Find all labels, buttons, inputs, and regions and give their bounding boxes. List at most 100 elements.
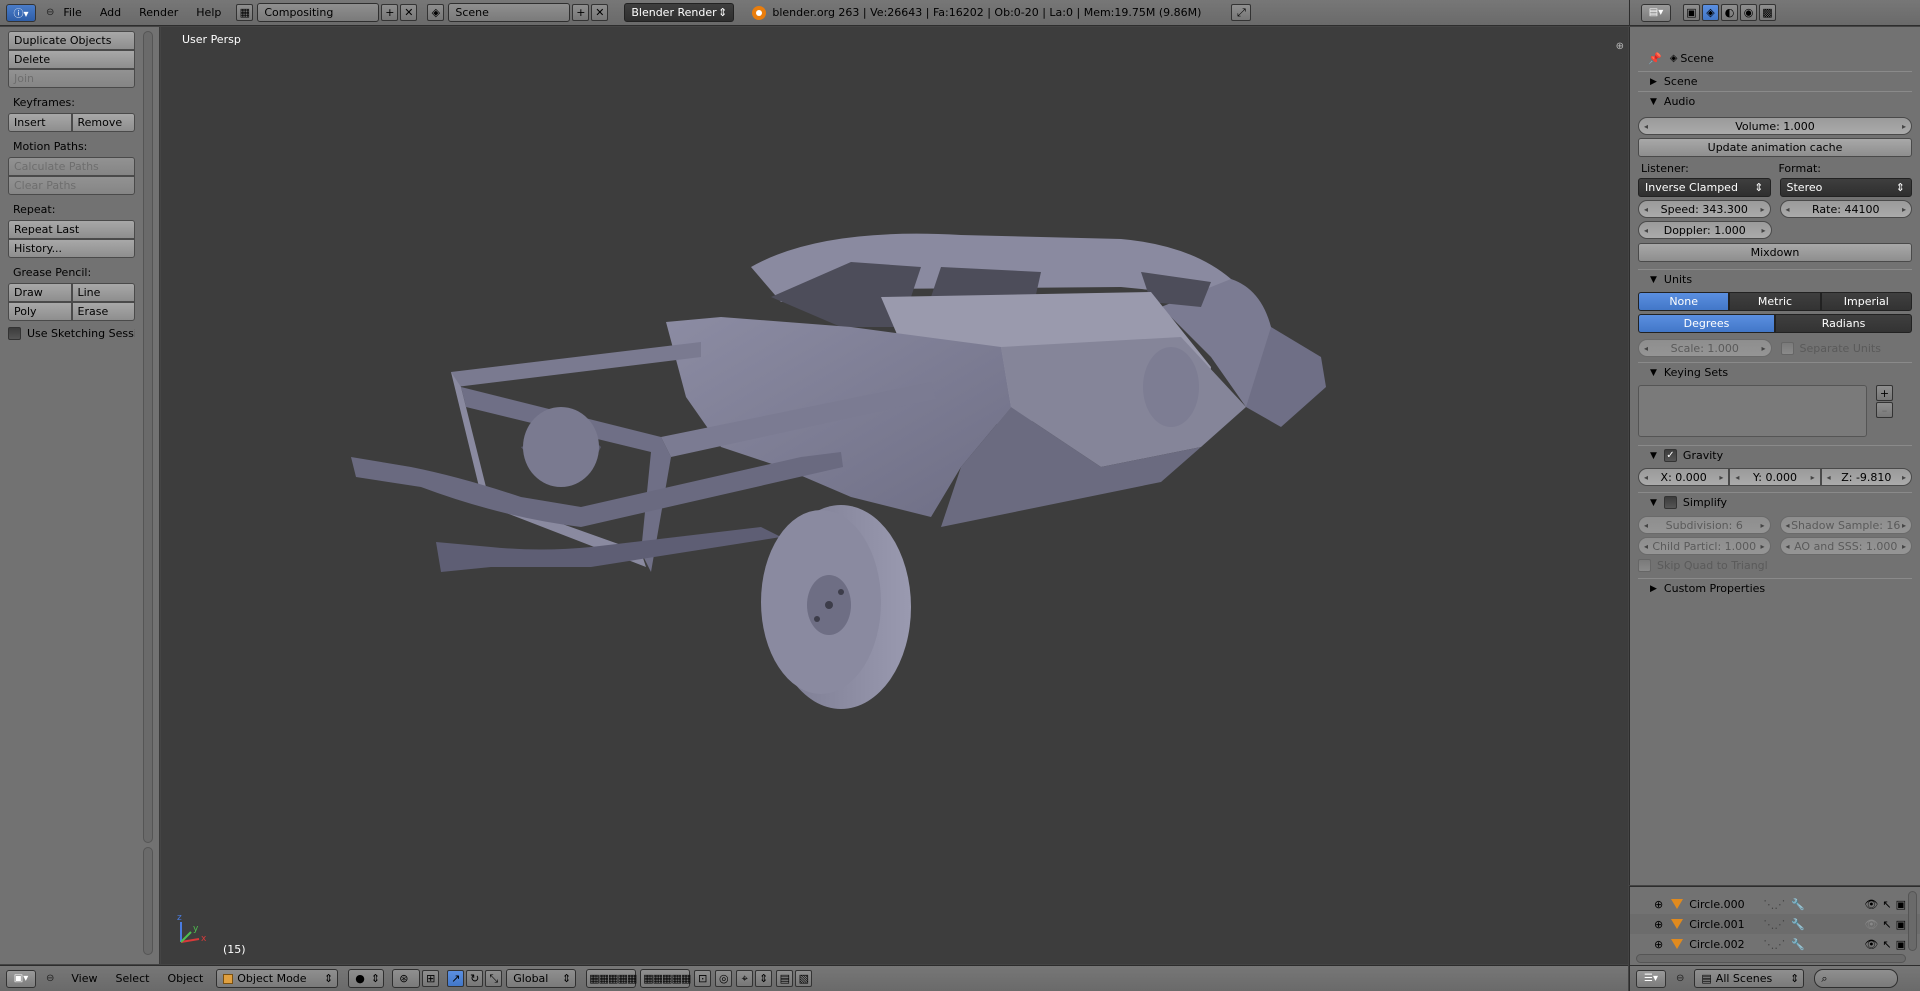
mode-select[interactable]: Object Mode ⇕ <box>216 969 339 988</box>
scene-field[interactable]: Scene <box>448 3 571 22</box>
object-tab-icon[interactable]: ◉ <box>1740 4 1757 21</box>
render-engine-select[interactable]: Blender Render ⇕ <box>624 3 735 22</box>
remove-keyframe-button[interactable]: Remove <box>71 113 135 132</box>
speed-field[interactable]: Speed: 343.300 <box>1638 200 1771 218</box>
fullscreen-icon[interactable]: ⤢ <box>1231 4 1252 21</box>
scene-panel-header[interactable]: ▶ Scene <box>1638 71 1912 91</box>
add-screen-icon[interactable]: + <box>381 4 399 21</box>
editor-type-3d-icon[interactable]: ▣▾ <box>6 969 36 988</box>
toolshelf-scrollbar-lower[interactable] <box>143 847 153 955</box>
manipulator-toggle-icon[interactable]: ⊞ <box>422 970 440 987</box>
simplify-panel-header[interactable]: ▼ Simplify <box>1638 492 1912 512</box>
join-button[interactable]: Join <box>8 69 135 88</box>
add-scene-icon[interactable]: + <box>572 4 590 21</box>
unit-imperial-button[interactable]: Imperial <box>1820 292 1912 311</box>
keying-sets-panel-header[interactable]: ▼ Keying Sets <box>1638 362 1912 382</box>
remove-screen-icon[interactable]: ✕ <box>400 4 418 21</box>
subdivision-field[interactable]: Subdivision: 6 <box>1638 516 1771 534</box>
insert-keyframe-button[interactable]: Insert <box>8 113 72 132</box>
separate-units-toggle[interactable]: Separate Units <box>1780 341 1913 355</box>
grease-line-button[interactable]: Line <box>71 283 135 302</box>
unit-none-button[interactable]: None <box>1638 292 1730 311</box>
remove-keying-set-icon[interactable]: – <box>1876 402 1893 418</box>
gravity-panel-header[interactable]: ▼ ✓ Gravity <box>1638 445 1912 465</box>
pivot-point-select[interactable]: ⊛ <box>392 969 421 988</box>
menu-help[interactable]: Help <box>187 6 230 19</box>
grease-erase-button[interactable]: Erase <box>71 302 135 321</box>
unit-metric-button[interactable]: Metric <box>1729 292 1821 311</box>
outliner-hscrollbar[interactable] <box>1636 954 1906 963</box>
remove-scene-icon[interactable]: ✕ <box>591 4 609 21</box>
collapse-menu-icon[interactable]: ⊖ <box>46 973 54 984</box>
snap-element-icon[interactable]: ⇕ <box>755 970 773 987</box>
menu-select[interactable]: Select <box>107 972 159 985</box>
angle-degrees-button[interactable]: Degrees <box>1638 314 1775 333</box>
car-model[interactable] <box>161 27 1628 964</box>
custom-properties-panel-header[interactable]: ▶ Custom Properties <box>1638 578 1912 598</box>
angle-radians-button[interactable]: Radians <box>1775 314 1912 333</box>
layers-grid-1[interactable]: ▦▦▦▦▦ <box>586 969 637 988</box>
shadow-samples-field[interactable]: Shadow Sample: 16 <box>1779 516 1912 534</box>
render-tab-icon[interactable]: ▣ <box>1683 4 1700 21</box>
doppler-field[interactable]: Doppler: 1.000 <box>1638 221 1772 239</box>
units-panel-header[interactable]: ▼ Units <box>1638 269 1912 289</box>
visibility-eye-icon[interactable]: 👁 <box>1864 918 1878 931</box>
gravity-y-field[interactable]: Y: 0.000 <box>1729 468 1821 486</box>
outliner-vscrollbar[interactable] <box>1908 891 1917 951</box>
render-camera-icon[interactable]: ▣ <box>1896 918 1906 931</box>
scale-manipulator-icon[interactable]: ⤡ <box>485 970 503 987</box>
scene-tab-icon[interactable]: ◈ <box>1702 4 1719 21</box>
gravity-x-field[interactable]: X: 0.000 <box>1638 468 1730 486</box>
repeat-last-button[interactable]: Repeat Last <box>8 220 135 239</box>
expand-plus-icon[interactable]: ⊕ <box>1654 898 1663 911</box>
outliner-row[interactable]: ⊕ Circle.001 ⋱⋰ 🔧 👁 ↖ ▣ <box>1630 914 1920 934</box>
gravity-checkbox[interactable]: ✓ <box>1663 449 1677 462</box>
skip-quad-toggle[interactable]: Skip Quad to Triangl <box>1638 559 1912 572</box>
menu-object[interactable]: Object <box>158 972 212 985</box>
editor-type-outliner-icon[interactable]: ☰▾ <box>1636 969 1666 988</box>
pin-icon[interactable]: 📌 <box>1648 52 1662 65</box>
texture-tab-icon[interactable]: ▩ <box>1759 4 1776 21</box>
ao-sss-field[interactable]: AO and SSS: 1.000 <box>1779 537 1912 555</box>
select-arrow-icon[interactable]: ↖ <box>1882 938 1891 951</box>
translate-manipulator-icon[interactable]: ↗ <box>447 970 465 987</box>
viewport-shading-select[interactable]: ● ⇕ <box>348 969 385 988</box>
object-name[interactable]: Circle.001 <box>1689 918 1749 931</box>
world-tab-icon[interactable]: ◐ <box>1721 4 1738 21</box>
render-opengl-icon[interactable]: ▤ <box>776 970 794 987</box>
menu-add[interactable]: Add <box>91 6 130 19</box>
skip-quad-checkbox[interactable] <box>1638 559 1651 572</box>
outliner-row[interactable]: ⊕ Circle.000 ⋱⋰ 🔧 👁 ↖ ▣ <box>1630 894 1920 914</box>
volume-field[interactable]: Volume: 1.000 <box>1638 117 1912 135</box>
lock-layers-icon[interactable]: ⊡ <box>694 970 712 987</box>
proportional-edit-icon[interactable]: ◎ <box>715 970 733 987</box>
audio-panel-header[interactable]: ▼ Audio <box>1638 91 1912 111</box>
delete-button[interactable]: Delete <box>8 50 135 69</box>
object-name[interactable]: Circle.002 <box>1689 938 1749 951</box>
render-camera-icon[interactable]: ▣ <box>1896 938 1906 951</box>
menu-file[interactable]: File <box>54 6 90 19</box>
snap-icon[interactable]: ⌖ <box>736 970 754 987</box>
expand-plus-icon[interactable]: ⊕ <box>1654 938 1663 951</box>
listener-select[interactable]: Inverse Clamped ⇕ <box>1638 178 1771 197</box>
calculate-paths-button[interactable]: Calculate Paths <box>8 157 135 176</box>
expand-plus-icon[interactable]: ⊕ <box>1654 918 1663 931</box>
transform-orientation-select[interactable]: Global ⇕ <box>506 969 577 988</box>
screen-layout-icon[interactable]: ▦ <box>236 4 254 21</box>
outliner-row[interactable]: ⊕ Circle.002 ⋱⋰ 🔧 👁 ↖ ▣ <box>1630 934 1920 954</box>
duplicate-objects-button[interactable]: Duplicate Objects <box>8 31 135 50</box>
grease-draw-button[interactable]: Draw <box>8 283 72 302</box>
editor-type-info-icon[interactable]: ⓘ▾ <box>6 3 36 22</box>
simplify-checkbox[interactable] <box>1663 496 1677 509</box>
update-animation-cache-button[interactable]: Update animation cache <box>1638 138 1912 157</box>
menu-view[interactable]: View <box>62 972 106 985</box>
format-select[interactable]: Stereo ⇕ <box>1779 178 1912 197</box>
unit-scale-field[interactable]: Scale: 1.000 <box>1638 339 1772 357</box>
rotate-manipulator-icon[interactable]: ↻ <box>466 970 484 987</box>
visibility-eye-icon[interactable]: 👁 <box>1864 898 1878 911</box>
scene-icon[interactable]: ◈ <box>427 4 445 21</box>
menu-render[interactable]: Render <box>130 6 187 19</box>
sketching-session-toggle[interactable]: Use Sketching Sessio <box>8 327 135 340</box>
toolshelf-scrollbar[interactable] <box>143 31 153 843</box>
render-camera-icon[interactable]: ▣ <box>1896 898 1906 911</box>
